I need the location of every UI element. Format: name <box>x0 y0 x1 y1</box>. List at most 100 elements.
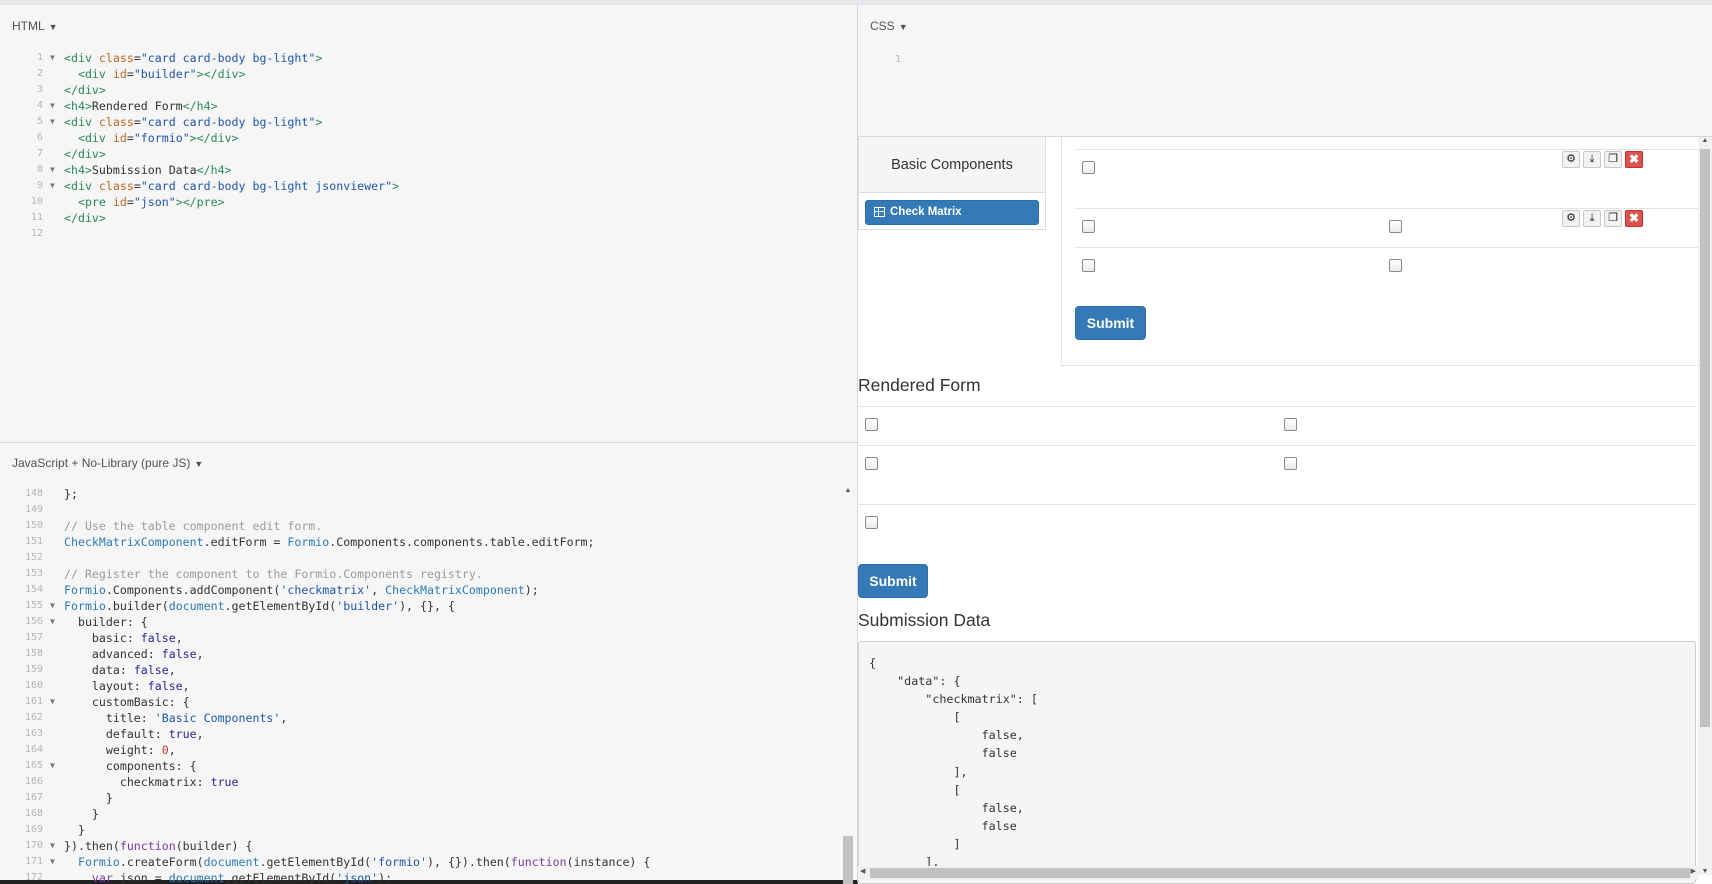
code-line[interactable]: 5 ▼ <div class="card card-body bg-light"> <box>0 114 857 130</box>
code-line[interactable]: 166 checkmatrix: true <box>0 774 857 790</box>
js-code-editor[interactable]: 148}; 149 150 // Use the table component ed… <box>0 486 857 884</box>
scroll-down-arrow-icon[interactable]: ▼ <box>1698 868 1712 875</box>
remove-icon[interactable]: ✖ <box>1625 151 1643 168</box>
code-line[interactable]: 8 ▼ <h4>Submission Data</h4> <box>0 162 857 178</box>
checkbox[interactable] <box>865 457 878 470</box>
move-icon[interactable]: ⤓ <box>1583 151 1601 168</box>
gear-icon[interactable]: ⚙ <box>1562 210 1580 227</box>
builder-drop-area[interactable]: ⚙ ⤓ ❐ ✖ ⚙ ⤓ ❐ ✖ Submit <box>1061 137 1701 366</box>
result-vertical-scrollbar[interactable]: ▲ ▼ <box>1698 137 1712 875</box>
checkbox[interactable] <box>1082 161 1095 174</box>
fold-arrow-icon[interactable]: ▼ <box>50 598 55 614</box>
code-line[interactable]: 168 } <box>0 806 857 822</box>
code-line[interactable]: 165 ▼ components: { <box>0 758 857 774</box>
code-text: advanced: false, <box>64 647 204 661</box>
fold-arrow-icon[interactable]: ▼ <box>50 178 55 194</box>
move-icon[interactable]: ⤓ <box>1583 210 1601 227</box>
scroll-right-arrow-icon[interactable]: ▶ <box>1691 867 1696 875</box>
code-line[interactable]: 2 <div id="builder"></div> <box>0 66 857 82</box>
checkbox[interactable] <box>1284 418 1297 431</box>
checkbox[interactable] <box>1389 220 1402 233</box>
fold-arrow-icon[interactable]: ▼ <box>50 114 55 130</box>
code-line[interactable]: 155 ▼ Formio.builder(document.getElementBy… <box>0 598 857 614</box>
remove-icon[interactable]: ✖ <box>1625 210 1643 227</box>
html-panel-label[interactable]: HTML ▼ <box>12 19 58 33</box>
checkbox[interactable] <box>865 516 878 529</box>
js-panel-label[interactable]: JavaScript + No-Library (pure JS) ▼ <box>12 456 203 470</box>
dropdown-caret-icon[interactable]: ▼ <box>899 22 908 32</box>
code-line[interactable]: 151 CheckMatrixComponent.editForm = Formi… <box>0 534 857 550</box>
code-line[interactable]: 156 ▼ builder: { <box>0 614 857 630</box>
line-number: 170 <box>24 840 43 851</box>
code-line[interactable]: 7 </div> <box>0 146 857 162</box>
fold-arrow-icon[interactable]: ▼ <box>50 854 55 870</box>
checkbox[interactable] <box>1082 220 1095 233</box>
result-horizontal-scrollbar[interactable]: ◀ ▶ <box>858 866 1698 880</box>
code-line[interactable]: 150 // Use the table component edit form. <box>0 518 857 534</box>
code-line[interactable]: 160 layout: false, <box>0 678 857 694</box>
code-line[interactable]: 1 ▼ <div class="card card-body bg-light"> <box>0 50 857 66</box>
code-line[interactable]: 10 <pre id="json"></pre> <box>0 194 857 210</box>
code-line[interactable]: 148}; <box>0 486 857 502</box>
scrollbar-thumb[interactable] <box>1700 149 1710 727</box>
code-line[interactable]: 164 weight: 0, <box>0 742 857 758</box>
code-line[interactable]: 3 </div> <box>0 82 857 98</box>
code-line[interactable]: 12 <box>0 226 857 242</box>
code-line[interactable]: 152 <box>0 550 857 566</box>
code-line[interactable]: 4 ▼ <h4>Rendered Form</h4> <box>0 98 857 114</box>
checkbox[interactable] <box>865 418 878 431</box>
code-line[interactable]: 154 Formio.Components.addComponent('check… <box>0 582 857 598</box>
code-line[interactable]: 153 // Register the component to the Form… <box>0 566 857 582</box>
css-panel-label[interactable]: CSS ▼ <box>870 19 908 33</box>
code-line[interactable]: 6 <div id="formio"></div> <box>0 130 857 146</box>
code-line[interactable]: 162 title: 'Basic Components', <box>0 710 857 726</box>
code-line[interactable]: 159 data: false, <box>0 662 857 678</box>
code-line[interactable]: 157 basic: false, <box>0 630 857 646</box>
code-line[interactable]: 9 ▼ <div class="card card-body bg-light js… <box>0 178 857 194</box>
code-line[interactable]: 171 ▼ Formio.createForm(document.getEleme… <box>0 854 857 870</box>
line-number: 152 <box>24 552 43 563</box>
code-line[interactable]: 149 <box>0 502 857 518</box>
fold-arrow-icon[interactable]: ▼ <box>50 50 55 66</box>
gear-icon[interactable]: ⚙ <box>1562 151 1580 168</box>
code-line[interactable]: 172 var json = document.getElementById('… <box>0 870 857 884</box>
fold-arrow-icon[interactable]: ▼ <box>50 614 55 630</box>
code-line[interactable]: 161 ▼ customBasic: { <box>0 694 857 710</box>
code-line[interactable]: 169 } <box>0 822 857 838</box>
scrollbar-thumb[interactable] <box>843 836 853 884</box>
divider <box>858 406 1696 407</box>
js-editor-scrollbar[interactable]: ▲ ▼ <box>842 487 854 884</box>
code-line[interactable]: 163 default: true, <box>0 726 857 742</box>
dropdown-caret-icon[interactable]: ▼ <box>194 459 203 469</box>
html-code-editor[interactable]: 1 ▼ <div class="card card-body bg-light"> 2… <box>0 50 857 242</box>
code-line[interactable]: 167 } <box>0 790 857 806</box>
copy-icon[interactable]: ❐ <box>1604 151 1622 168</box>
scroll-up-arrow-icon[interactable]: ▲ <box>1698 137 1712 144</box>
checkbox[interactable] <box>1389 259 1402 272</box>
line-number: 4 <box>36 100 43 111</box>
code-line[interactable]: 1 <box>858 52 1712 68</box>
fold-arrow-icon[interactable]: ▼ <box>50 98 55 114</box>
code-line[interactable]: 158 advanced: false, <box>0 646 857 662</box>
html-editor-panel: HTML ▼ 1 ▼ <div class="card card-body bg-li… <box>0 0 858 443</box>
code-line[interactable]: 170 ▼}).then(function(builder) { <box>0 838 857 854</box>
rendered-submit-button[interactable]: Submit <box>858 564 928 598</box>
checkbox[interactable] <box>1082 259 1095 272</box>
fold-arrow-icon[interactable]: ▼ <box>50 758 55 774</box>
line-number: 156 <box>24 616 43 627</box>
code-line[interactable]: 11 </div> <box>0 210 857 226</box>
dropdown-caret-icon[interactable]: ▼ <box>49 22 58 32</box>
fold-arrow-icon[interactable]: ▼ <box>50 838 55 854</box>
css-code-editor[interactable]: 1 <box>858 52 1712 68</box>
line-number: 6 <box>36 132 43 143</box>
check-matrix-component-button[interactable]: Check Matrix <box>865 200 1039 225</box>
scroll-left-arrow-icon[interactable]: ◀ <box>860 867 865 875</box>
fold-arrow-icon[interactable]: ▼ <box>50 694 55 710</box>
scroll-up-arrow-icon[interactable]: ▲ <box>842 487 854 494</box>
scrollbar-thumb[interactable] <box>870 868 1690 878</box>
builder-submit-button[interactable]: Submit <box>1075 306 1146 340</box>
sidebar-group-title[interactable]: Basic Components <box>859 137 1045 193</box>
copy-icon[interactable]: ❐ <box>1604 210 1622 227</box>
fold-arrow-icon[interactable]: ▼ <box>50 162 55 178</box>
checkbox[interactable] <box>1284 457 1297 470</box>
